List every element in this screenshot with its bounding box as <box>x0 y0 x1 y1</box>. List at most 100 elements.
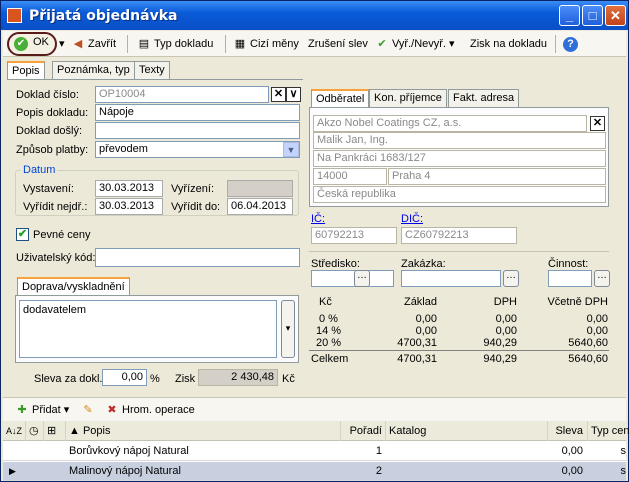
toolbar-separator <box>225 35 226 53</box>
col-order[interactable]: Pořadí <box>340 421 385 441</box>
dic-field[interactable]: CZ60792213 <box>401 227 517 244</box>
foreign-currency-button[interactable]: ▦ Cizí měny <box>233 35 299 53</box>
doc-received-field[interactable] <box>95 122 300 139</box>
activity-field[interactable] <box>548 270 592 287</box>
summary-base: 4700,31 <box>397 337 437 349</box>
ic-field[interactable]: 60792213 <box>311 227 397 244</box>
checkmark-icon: ✔ <box>377 38 387 50</box>
title-bar[interactable]: Přijatá objednávka _ □ ✕ <box>1 1 628 30</box>
user-code-field[interactable] <box>95 248 300 267</box>
customer-contact-field[interactable]: Malik Jan, Ing. <box>313 132 606 149</box>
tab-billing-address[interactable]: Fakt. adresa <box>448 89 520 107</box>
customer-name-field[interactable]: Akzo Nobel Coatings CZ, a.s. <box>313 115 587 132</box>
user-code-label: Uživatelský kód: <box>16 252 96 264</box>
due-earliest-label: Vyřídit nejdř.: <box>23 201 88 213</box>
close-window-button[interactable]: ✕ <box>605 5 626 26</box>
toolbar-separator <box>555 35 556 53</box>
center-picker-button[interactable]: … <box>354 270 370 287</box>
doc-number-dropdown-button[interactable]: ∨ <box>286 87 301 102</box>
due-earliest-field[interactable]: 30.03.2013 <box>95 198 163 215</box>
order-picker-button[interactable]: … <box>503 270 519 287</box>
payment-dropdown-icon[interactable]: ▼ <box>283 142 299 157</box>
customer-country-field[interactable]: Česká republika <box>313 186 606 203</box>
sort-icon[interactable]: A↓Z <box>3 421 25 441</box>
center-field[interactable] <box>311 270 394 287</box>
ic-link[interactable]: IČ: <box>311 213 325 225</box>
doc-desc-field[interactable]: Nápoje <box>95 104 300 121</box>
minimize-icon: _ <box>565 8 574 23</box>
current-row-icon: ▶ <box>9 466 16 476</box>
col-discount[interactable]: Sleva <box>547 421 587 441</box>
col-price-type[interactable]: Typ ceny <box>587 421 629 441</box>
shipping-picker-button[interactable]: ▾ <box>281 300 295 358</box>
table-row[interactable]: Borůvkový nápoj Natural 1 0,00 s <box>3 442 626 461</box>
payment-select[interactable]: převodem <box>95 141 300 158</box>
summary-total: 0,00 <box>586 313 608 325</box>
maximize-button[interactable]: □ <box>582 5 603 26</box>
help-button[interactable]: ? <box>563 35 578 53</box>
activity-label: Činnost: <box>548 258 589 270</box>
discount-field[interactable]: 0,00 <box>102 369 147 386</box>
doc-desc-label: Popis dokladu: <box>16 107 89 119</box>
bulk-ops-label: Hrom. operace <box>122 404 195 416</box>
col-catalog[interactable]: Katalog <box>385 421 547 441</box>
row-price-type: s <box>620 465 627 477</box>
tab-customer[interactable]: Odběratel <box>311 89 370 108</box>
col-desc[interactable]: ▲ Popis <box>65 421 340 441</box>
activity-picker-button[interactable]: … <box>594 270 610 287</box>
summary-rate: 20 % <box>316 337 342 349</box>
dic-link[interactable]: DIČ: <box>401 213 423 225</box>
clear-icon: ✕ <box>592 117 603 129</box>
settled-date-field[interactable] <box>227 180 293 197</box>
profit-toolbar-label: Zisk na dokladu <box>470 38 548 50</box>
customer-zip-field[interactable]: 14000 <box>313 168 387 185</box>
issued-date-field[interactable]: 30.03.2013 <box>95 180 163 197</box>
cancel-discount-button[interactable]: Zrušení slev <box>308 35 368 53</box>
shipping-textarea[interactable]: dodavatelem <box>19 300 277 358</box>
tab-poznamka[interactable]: Poznámka, typ <box>52 61 135 79</box>
discount-label: Sleva za dokl.: <box>34 373 106 385</box>
row-catalog <box>388 462 547 481</box>
fixed-prices-label: Pevné ceny <box>33 229 91 241</box>
bulk-ops-button[interactable]: ✖ Hrom. operace <box>105 401 195 419</box>
check-icon: ✔ <box>14 37 28 51</box>
due-until-field[interactable]: 06.04.2013 <box>227 198 293 215</box>
edit-item-button[interactable]: ✎ <box>81 401 98 419</box>
table-row-selected[interactable]: ▶ Malinový nápoj Natural 2 0,00 s <box>3 462 626 481</box>
add-item-button[interactable]: ✚ Přidat ▾ <box>15 401 69 419</box>
tree-icon[interactable]: ⊞ <box>43 421 65 441</box>
summary-header-currency: Kč <box>319 296 332 308</box>
back-arrow-icon: ◀ <box>73 38 83 50</box>
currency-icon: ▦ <box>234 38 246 50</box>
col-desc-label: Popis <box>82 425 111 437</box>
close-button[interactable]: ◀ Zavřít <box>71 35 116 53</box>
row-price-type: s <box>620 445 627 457</box>
ok-dropdown-icon[interactable]: ▾ <box>59 35 65 53</box>
doc-type-button[interactable]: ▤ Typ dokladu <box>137 35 214 53</box>
profit-field: 2 430,48 <box>198 369 278 386</box>
clear-customer-button[interactable]: ✕ <box>590 116 605 131</box>
customer-city-field[interactable]: Praha 4 <box>388 168 606 185</box>
tab-texty[interactable]: Texty <box>134 61 170 79</box>
doc-received-label: Doklad došlý: <box>16 125 83 137</box>
grid-header: A↓Z ◷ ⊞ ▲ Popis Pořadí Katalog Sleva Typ… <box>3 421 629 441</box>
ok-button[interactable]: ✔ OK <box>7 32 57 56</box>
clear-doc-number-button[interactable]: ✕ <box>271 87 286 102</box>
add-icon: ✚ <box>17 404 27 416</box>
doc-number-field[interactable]: OP10004 <box>95 86 269 103</box>
date-group-title: Datum <box>21 164 58 176</box>
order-field[interactable] <box>401 270 501 287</box>
tab-shipping[interactable]: Doprava/vyskladnění <box>17 277 130 296</box>
minimize-button[interactable]: _ <box>559 5 580 26</box>
summary-total: 5640,60 <box>568 353 608 365</box>
tab-underline <box>7 79 303 80</box>
tab-popis[interactable]: Popis <box>7 61 45 80</box>
profit-button[interactable]: Zisk na dokladu <box>470 35 547 53</box>
document-icon: ▤ <box>138 38 150 50</box>
customer-street-field[interactable]: Na Pankráci 1683/127 <box>313 150 606 167</box>
tab-consignee[interactable]: Kon. příjemce <box>369 89 447 107</box>
settled-label: Vyřízení: <box>171 183 214 195</box>
select-deselect-button[interactable]: ✔ Vyř./Nevyř. ▾ <box>375 35 454 53</box>
clock-icon[interactable]: ◷ <box>25 421 43 441</box>
fixed-prices-checkbox[interactable]: ✔ <box>16 228 29 241</box>
